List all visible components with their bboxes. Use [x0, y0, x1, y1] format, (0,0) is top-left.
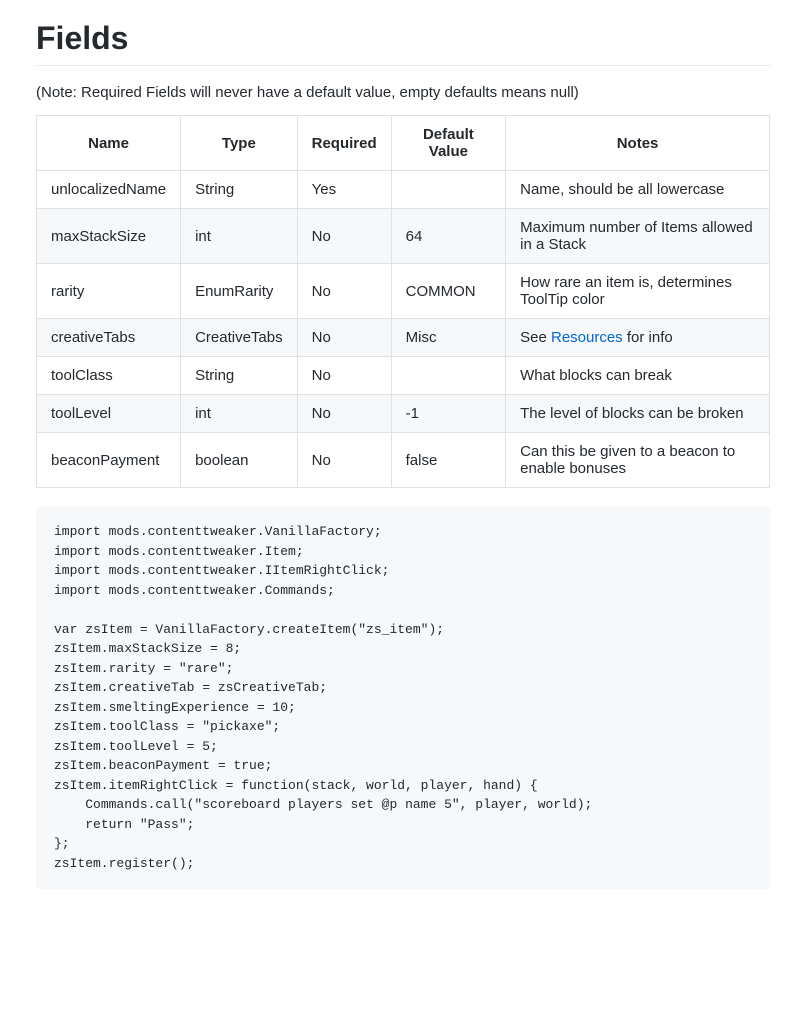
col-header-notes: Notes	[506, 116, 770, 171]
cell-required: Yes	[297, 171, 391, 209]
code-block: import mods.contenttweaker.VanillaFactor…	[36, 506, 770, 889]
cell-required: No	[297, 433, 391, 488]
cell-notes: The level of blocks can be broken	[506, 395, 770, 433]
note-text: (Note: Required Fields will never have a…	[36, 84, 770, 101]
cell-type: int	[181, 209, 298, 264]
table-row: maxStackSizeintNo64 Maximum number of Ite…	[37, 209, 770, 264]
fields-table: Name Type Required Default Value Notes u…	[36, 115, 770, 488]
cell-default	[391, 171, 505, 209]
cell-default	[391, 357, 505, 395]
table-row: creativeTabsCreativeTabsNoMiscSee Resour…	[37, 319, 770, 357]
cell-notes: Name, should be all lowercase	[506, 171, 770, 209]
cell-type: int	[181, 395, 298, 433]
notes-text: What blocks can break	[520, 367, 672, 384]
cell-required: No	[297, 395, 391, 433]
cell-required: No	[297, 209, 391, 264]
cell-required: No	[297, 319, 391, 357]
cell-default: false	[391, 433, 505, 488]
notes-text: How rare an item is, determines ToolTip …	[520, 274, 732, 308]
col-header-name: Name	[37, 116, 181, 171]
notes-text: See	[520, 329, 551, 346]
notes-text: for info	[623, 329, 673, 346]
cell-default: -1	[391, 395, 505, 433]
cell-name: toolClass	[37, 357, 181, 395]
col-header-default: Default Value	[391, 116, 505, 171]
notes-text: The level of blocks can be broken	[520, 405, 743, 422]
cell-type: String	[181, 357, 298, 395]
col-header-type: Type	[181, 116, 298, 171]
cell-default: 64	[391, 209, 505, 264]
cell-default: COMMON	[391, 264, 505, 319]
cell-name: maxStackSize	[37, 209, 181, 264]
cell-name: rarity	[37, 264, 181, 319]
cell-type: EnumRarity	[181, 264, 298, 319]
table-row: rarityEnumRarityNoCOMMON How rare an item…	[37, 264, 770, 319]
table-row: unlocalizedNameStringYes Name, should be …	[37, 171, 770, 209]
notes-text: Maximum number of Items allowed in a Sta…	[520, 219, 753, 253]
col-header-required: Required	[297, 116, 391, 171]
cell-type: String	[181, 171, 298, 209]
cell-default: Misc	[391, 319, 505, 357]
page-heading: Fields	[36, 20, 770, 66]
table-row: beaconPaymentbooleanNofalse Can this be g…	[37, 433, 770, 488]
cell-notes: Can this be given to a beacon to enable …	[506, 433, 770, 488]
table-row: toolLevelintNo-1 The level of blocks can …	[37, 395, 770, 433]
table-row: toolClassStringNo What blocks can break	[37, 357, 770, 395]
notes-link[interactable]: Resources	[551, 329, 623, 346]
cell-type: CreativeTabs	[181, 319, 298, 357]
cell-name: creativeTabs	[37, 319, 181, 357]
cell-type: boolean	[181, 433, 298, 488]
notes-text: Can this be given to a beacon to enable …	[520, 443, 735, 477]
cell-required: No	[297, 357, 391, 395]
cell-notes: How rare an item is, determines ToolTip …	[506, 264, 770, 319]
cell-name: beaconPayment	[37, 433, 181, 488]
cell-notes: What blocks can break	[506, 357, 770, 395]
notes-text: Name, should be all lowercase	[520, 181, 724, 198]
cell-notes: Maximum number of Items allowed in a Sta…	[506, 209, 770, 264]
cell-name: toolLevel	[37, 395, 181, 433]
cell-notes: See Resources for info	[506, 319, 770, 357]
cell-name: unlocalizedName	[37, 171, 181, 209]
cell-required: No	[297, 264, 391, 319]
